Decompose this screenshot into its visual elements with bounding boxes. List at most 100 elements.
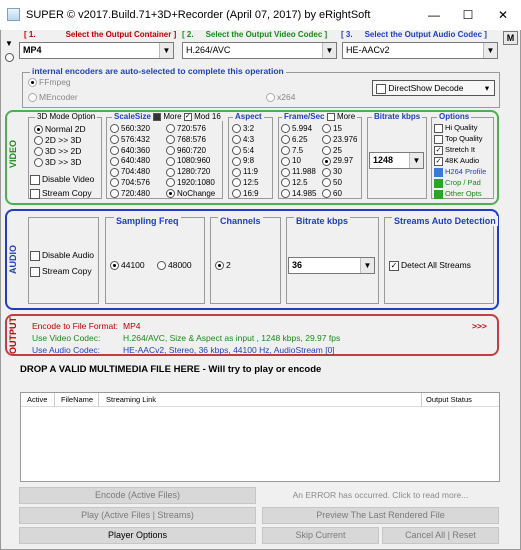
aspect-option[interactable]: 12:5: [232, 178, 259, 188]
col-output-status[interactable]: Output Status: [426, 393, 472, 407]
ffmpeg-radio[interactable]: FFmpeg: [28, 77, 71, 88]
container-radio[interactable]: [5, 52, 14, 63]
framerate-option[interactable]: 12.5: [281, 178, 308, 188]
video-stream-copy-checkbox[interactable]: Stream Copy: [30, 188, 92, 199]
sampling-44100-radio[interactable]: 44100: [110, 260, 145, 271]
output-more-button[interactable]: >>>: [472, 321, 487, 331]
crop-pad-button[interactable]: Crop / Pad: [434, 178, 481, 188]
framerate-option[interactable]: 15: [322, 124, 342, 134]
option-label: 9:8: [243, 156, 255, 166]
sampling-title: Sampling Freq: [114, 216, 181, 226]
scalesize-option[interactable]: 768:576: [166, 135, 206, 145]
play-button[interactable]: Play (Active Files | Streams): [19, 507, 256, 524]
radio-indicator: [110, 167, 119, 177]
col-streaming-link[interactable]: Streaming Link: [106, 393, 156, 407]
framerate-option[interactable]: 10: [281, 156, 301, 166]
aspect-option[interactable]: 9:8: [232, 156, 255, 166]
scalesize-option[interactable]: 1080:960: [166, 156, 210, 166]
audio-bitrate-select[interactable]: 36 ▼: [288, 257, 375, 274]
option-label: 720:576: [177, 124, 206, 133]
framerate-option[interactable]: 6.25: [281, 135, 308, 145]
framerate-option[interactable]: 14.985: [281, 189, 316, 199]
chevron-down-icon: ▾: [484, 83, 490, 93]
framerate-option[interactable]: 23.976: [322, 135, 357, 145]
framerate-option[interactable]: 11.988: [281, 167, 316, 177]
aspect-option[interactable]: 5:4: [232, 146, 254, 155]
audio-side-label: AUDIO: [8, 245, 18, 274]
aspect-option[interactable]: 4:3: [232, 135, 254, 145]
maximize-button[interactable]: ☐: [451, 0, 485, 30]
audio-stream-copy-checkbox[interactable]: Stream Copy: [30, 266, 92, 277]
minimize-button[interactable]: —: [417, 0, 451, 30]
option-label: 11:9: [243, 167, 258, 177]
scalesize-option[interactable]: 1280:720: [166, 167, 210, 177]
channels-2-radio[interactable]: 2: [215, 260, 231, 271]
aspect-option[interactable]: 11:9: [232, 167, 258, 177]
framerate-option[interactable]: 60: [322, 189, 342, 199]
option-label: 576:432: [121, 134, 150, 144]
framerate-option[interactable]: 5.994: [281, 124, 312, 134]
output-video-line: Use Video Codec: H.264/AVC, Size & Aspect…: [32, 333, 341, 343]
scalesize-option[interactable]: 720:480: [110, 189, 150, 199]
audio-codec-select[interactable]: HE-AACv2 ▼: [342, 42, 498, 59]
scalesize-more-checkbox[interactable]: [153, 112, 162, 121]
error-message-link[interactable]: An ERROR has occurred. Click to read mor…: [262, 487, 499, 504]
video-codec-select[interactable]: H.264/AVC ▼: [182, 42, 337, 59]
col-filename[interactable]: FileName: [61, 393, 93, 407]
option-label: 16:9: [243, 188, 259, 198]
scalesize-option[interactable]: 704:576: [110, 178, 150, 188]
col-active[interactable]: Active: [27, 393, 47, 407]
scalesize-option[interactable]: 1920:1080: [166, 178, 215, 188]
3d-mode-option[interactable]: Normal 2D: [34, 124, 86, 135]
x264-radio[interactable]: x264: [266, 92, 295, 103]
player-options-button[interactable]: Player Options: [19, 527, 256, 544]
top-quality-checkbox[interactable]: Top Quality: [434, 134, 483, 144]
scalesize-option[interactable]: 960:720: [166, 146, 206, 155]
3d-mode-title: 3D Mode Option: [35, 112, 98, 121]
aspect-option[interactable]: 3:2: [232, 124, 254, 134]
3d-mode-option[interactable]: 3D >> 2D: [34, 146, 81, 157]
3d-mode-option[interactable]: 2D >> 3D: [34, 135, 81, 146]
scalesize-option[interactable]: 720:576: [166, 124, 206, 134]
channels-title: Channels: [218, 216, 263, 226]
hi-quality-checkbox[interactable]: Hi Quality: [434, 123, 478, 133]
framerate-option[interactable]: 29.97: [322, 156, 353, 166]
scalesize-option[interactable]: 640:360: [110, 146, 150, 155]
close-button[interactable]: ✕: [486, 0, 520, 30]
container-select[interactable]: MP4 ▼: [19, 42, 174, 59]
directshow-decode-checkbox[interactable]: DirectShow Decode ▾: [372, 80, 495, 96]
disable-video-checkbox[interactable]: Disable Video: [30, 174, 94, 185]
cancel-reset-button[interactable]: Cancel All | Reset: [382, 527, 499, 544]
radio-indicator: [281, 124, 290, 134]
48k-audio-checkbox[interactable]: ✓ 48K Audio: [434, 156, 479, 166]
mod16-checkbox[interactable]: ✓: [183, 112, 192, 121]
scalesize-option[interactable]: 560:320: [110, 124, 150, 134]
video-bitrate-select[interactable]: 1248 ▼: [369, 152, 424, 169]
scalesize-option[interactable]: 704:480: [110, 167, 150, 177]
preview-button[interactable]: Preview The Last Rendered File: [262, 507, 499, 524]
framerate-option[interactable]: 25: [322, 146, 342, 155]
aspect-option[interactable]: 16:9: [232, 188, 259, 199]
detect-all-streams-checkbox[interactable]: ✓ Detect All Streams: [389, 260, 471, 271]
framerate-option[interactable]: 30: [322, 167, 342, 177]
stretch-it-checkbox[interactable]: ✓ Stretch It: [434, 145, 475, 155]
scalesize-option[interactable]: 640:480: [110, 156, 150, 166]
scalesize-option[interactable]: 576:432: [110, 134, 150, 145]
output-audio-line: Use Audio Codec: HE-AACv2, Stereo, 36 kbp…: [32, 345, 335, 355]
skip-current-button[interactable]: Skip Current: [262, 527, 379, 544]
h264-profile-button[interactable]: H264 Profile: [434, 167, 486, 177]
video-bitrate-title: Bitrate kbps: [372, 112, 423, 121]
framerate-option[interactable]: 7.5: [281, 146, 303, 155]
sampling-48000-radio[interactable]: 48000: [157, 260, 192, 271]
disable-audio-checkbox[interactable]: Disable Audio: [30, 250, 94, 261]
m-button[interactable]: M: [503, 31, 518, 45]
mencoder-radio[interactable]: MEncoder: [28, 92, 78, 103]
encode-button[interactable]: Encode (Active Files): [19, 487, 256, 504]
container-toggle-arrow-icon[interactable]: ▼: [5, 39, 13, 48]
scalesize-option[interactable]: NoChange: [166, 189, 215, 199]
framerate-option[interactable]: 50: [322, 178, 342, 188]
aspect-title: Aspect: [233, 112, 264, 121]
framerate-more-checkbox[interactable]: [326, 112, 335, 121]
other-opts-button[interactable]: Other Opts: [434, 189, 482, 199]
3d-mode-option[interactable]: 3D >> 3D: [34, 157, 81, 168]
